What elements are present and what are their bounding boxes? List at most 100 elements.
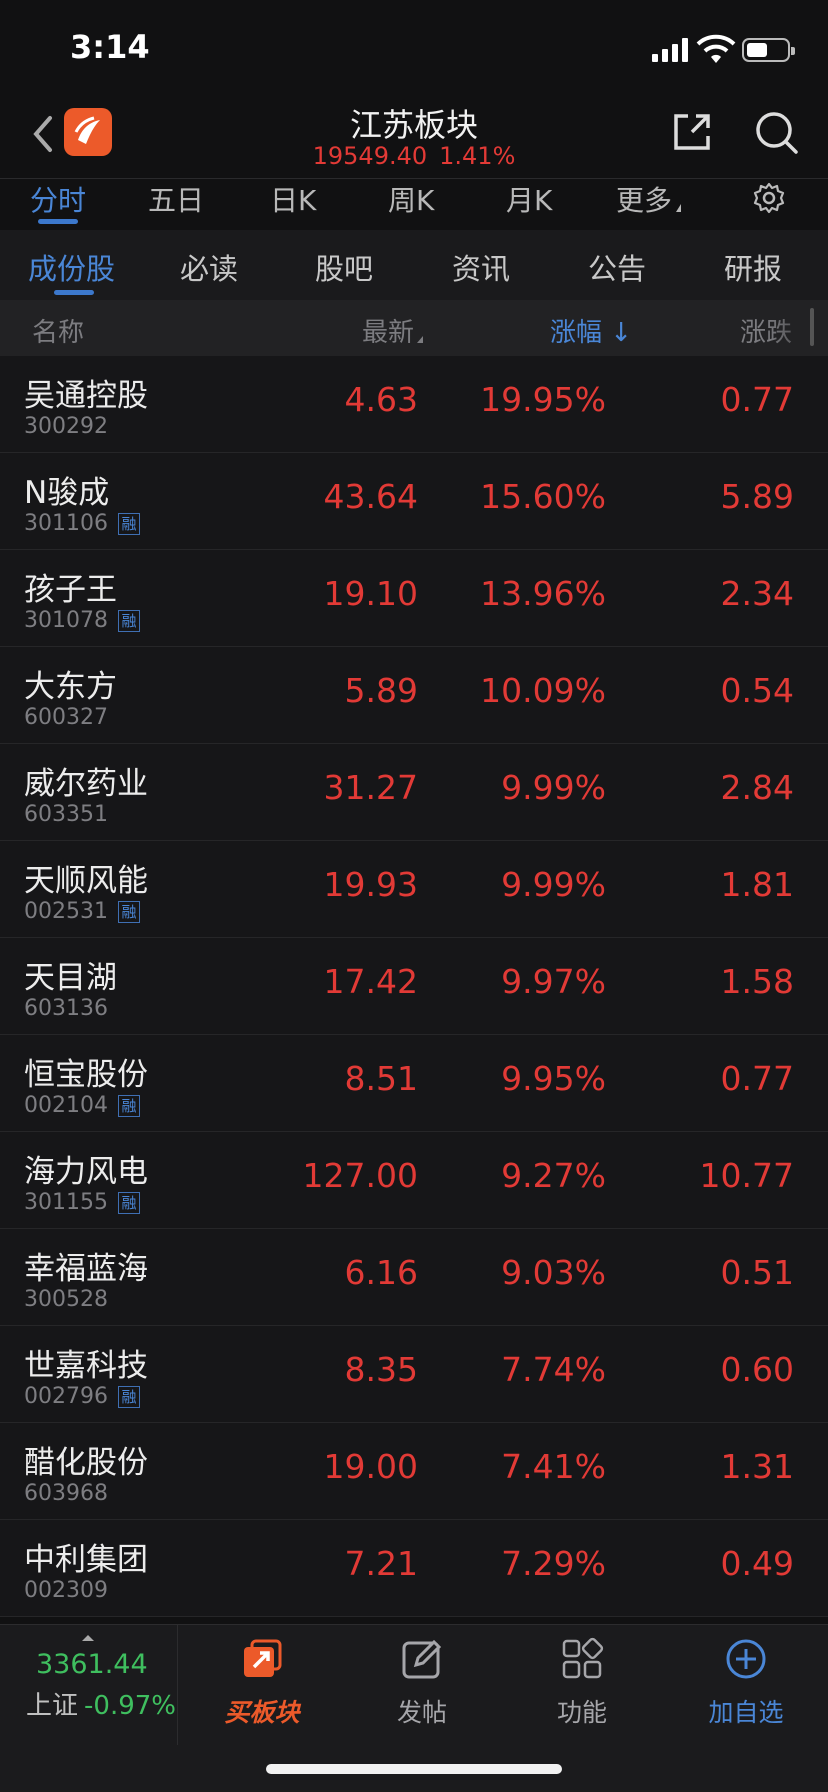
tab-news[interactable]: 资讯 bbox=[452, 246, 510, 288]
expand-caret-icon bbox=[82, 1635, 94, 1641]
sector-index-change: 1.41% bbox=[439, 142, 516, 170]
change-percent: 10.09% bbox=[480, 671, 606, 710]
last-price: 17.42 bbox=[323, 962, 418, 1001]
stock-name-text: 世嘉科技 bbox=[24, 1348, 148, 1384]
table-row[interactable]: 恒宝股份 002104 融 8.51 9.95% 0.77 bbox=[0, 1035, 828, 1132]
tab-daily-k[interactable]: 日K bbox=[270, 179, 316, 219]
tab-five-day[interactable]: 五日 bbox=[148, 179, 204, 219]
tab-monthly-k[interactable]: 月K bbox=[506, 179, 552, 219]
stock-code-text: 002796 bbox=[24, 1384, 108, 1409]
column-last-price[interactable]: 最新 bbox=[362, 312, 424, 349]
settings-gear-icon[interactable] bbox=[752, 181, 786, 215]
buy-sector-button[interactable]: 买板块 bbox=[202, 1637, 322, 1729]
table-row[interactable]: 幸福蓝海 300528 6.16 9.03% 0.51 bbox=[0, 1229, 828, 1326]
stock-code: 002531 融 bbox=[24, 899, 140, 924]
change-amount: 0.49 bbox=[720, 1544, 794, 1583]
change-percent: 13.96% bbox=[480, 574, 606, 613]
change-amount: 10.77 bbox=[699, 1156, 794, 1195]
sort-triangle-icon bbox=[417, 336, 424, 343]
functions-label: 功能 bbox=[556, 1698, 607, 1727]
tab-constituents[interactable]: 成份股 bbox=[28, 246, 116, 295]
index-value: 3361.44 bbox=[36, 1649, 148, 1680]
status-time: 3:14 bbox=[70, 28, 150, 66]
edit-post-icon bbox=[402, 1639, 442, 1679]
stock-name-text: 中利集团 bbox=[24, 1542, 148, 1578]
last-price: 127.00 bbox=[302, 1156, 418, 1195]
stock-code-text: 603351 bbox=[24, 802, 108, 827]
change-percent: 7.41% bbox=[501, 1447, 606, 1486]
stock-name-text: 孩子王 bbox=[24, 572, 117, 608]
add-watchlist-button[interactable]: 加自选 bbox=[686, 1637, 806, 1729]
table-row[interactable]: 孩子王 301078 融 19.10 13.96% 2.34 bbox=[0, 550, 828, 647]
stock-name: 幸福蓝海 bbox=[24, 1243, 148, 1288]
change-amount: 5.89 bbox=[720, 477, 794, 516]
column-name[interactable]: 名称 bbox=[32, 312, 84, 349]
stock-code-text: 301155 bbox=[24, 1190, 108, 1215]
post-label: 发帖 bbox=[396, 1698, 447, 1727]
stock-name: 天顺风能 bbox=[24, 855, 148, 900]
stock-name-text: 天顺风能 bbox=[24, 863, 148, 899]
change-amount: 2.84 bbox=[720, 768, 794, 807]
stock-code: 300528 bbox=[24, 1287, 108, 1312]
column-change-pct[interactable]: 涨幅 ↓ bbox=[550, 312, 632, 349]
functions-button[interactable]: 功能 bbox=[522, 1637, 642, 1729]
stock-code: 300292 bbox=[24, 414, 108, 439]
table-row[interactable]: 吴通控股 300292 4.63 19.95% 0.77 bbox=[0, 356, 828, 453]
change-amount: 1.81 bbox=[720, 865, 794, 904]
tab-must-read[interactable]: 必读 bbox=[180, 246, 238, 288]
stock-code: 002104 融 bbox=[24, 1093, 140, 1118]
table-row[interactable]: 大东方 600327 5.89 10.09% 0.54 bbox=[0, 647, 828, 744]
sort-down-arrow-icon: ↓ bbox=[602, 318, 633, 348]
stock-code: 603136 bbox=[24, 996, 108, 1021]
market-index-ticker[interactable]: 3361.44 上证 -0.97% bbox=[0, 1625, 178, 1745]
table-row[interactable]: 天目湖 603136 17.42 9.97% 1.58 bbox=[0, 938, 828, 1035]
last-price: 7.21 bbox=[344, 1544, 418, 1583]
stock-name: 孩子王 bbox=[24, 564, 117, 609]
last-price: 43.64 bbox=[323, 477, 418, 516]
change-amount: 1.58 bbox=[720, 962, 794, 1001]
change-percent: 9.99% bbox=[501, 865, 606, 904]
period-tabs: 分时 五日 日K 周K 月K 更多 bbox=[0, 178, 828, 230]
home-indicator bbox=[266, 1764, 562, 1774]
tab-label: 成份股 bbox=[28, 252, 116, 286]
dropdown-triangle-icon bbox=[676, 204, 682, 212]
tab-more[interactable]: 更多 bbox=[616, 179, 682, 219]
tab-forum[interactable]: 股吧 bbox=[315, 246, 373, 288]
column-label: 最新 bbox=[362, 318, 415, 348]
change-percent: 7.29% bbox=[501, 1544, 606, 1583]
stock-name: 吴通控股 bbox=[24, 370, 148, 415]
last-price: 8.51 bbox=[344, 1059, 418, 1098]
stock-name: 威尔药业 bbox=[24, 758, 148, 803]
buy-sector-icon bbox=[244, 1639, 282, 1677]
tab-weekly-k[interactable]: 周K bbox=[388, 179, 434, 219]
column-label: 涨幅 bbox=[550, 318, 603, 348]
tab-announcements[interactable]: 公告 bbox=[588, 246, 646, 288]
table-row[interactable]: 中利集团 002309 7.21 7.29% 0.49 bbox=[0, 1520, 828, 1617]
table-row[interactable]: 海力风电 301155 融 127.00 9.27% 10.77 bbox=[0, 1132, 828, 1229]
tab-research[interactable]: 研报 bbox=[724, 246, 782, 288]
table-row[interactable]: 醋化股份 603968 19.00 7.41% 1.31 bbox=[0, 1423, 828, 1520]
tab-label: 更多 bbox=[616, 184, 673, 217]
last-price: 19.10 bbox=[323, 574, 418, 613]
table-row[interactable]: 天顺风能 002531 融 19.93 9.99% 1.81 bbox=[0, 841, 828, 938]
change-amount: 0.60 bbox=[720, 1350, 794, 1389]
tab-intraday[interactable]: 分时 bbox=[30, 179, 86, 224]
change-amount: 1.31 bbox=[720, 1447, 794, 1486]
table-row[interactable]: 世嘉科技 002796 融 8.35 7.74% 0.60 bbox=[0, 1326, 828, 1423]
cellular-signal-icon bbox=[652, 36, 688, 62]
post-button[interactable]: 发帖 bbox=[362, 1637, 482, 1729]
table-header: 名称 最新 涨幅 ↓ 涨跌 bbox=[0, 300, 828, 356]
table-row[interactable]: 威尔药业 603351 31.27 9.99% 2.84 bbox=[0, 744, 828, 841]
stock-code-text: 603136 bbox=[24, 996, 108, 1021]
stock-code: 301155 融 bbox=[24, 1190, 140, 1215]
last-price: 8.35 bbox=[344, 1350, 418, 1389]
share-icon[interactable] bbox=[668, 108, 716, 156]
table-row[interactable]: N骏成 301106 融 43.64 15.60% 5.89 bbox=[0, 453, 828, 550]
stock-code-text: 301078 bbox=[24, 608, 108, 633]
scroll-fade bbox=[768, 300, 828, 356]
stock-name: 海力风电 bbox=[24, 1146, 148, 1191]
search-icon[interactable] bbox=[752, 108, 800, 156]
stock-code: 600327 bbox=[24, 705, 108, 730]
status-bar: 3:14 bbox=[0, 0, 828, 100]
wifi-icon bbox=[696, 34, 736, 63]
